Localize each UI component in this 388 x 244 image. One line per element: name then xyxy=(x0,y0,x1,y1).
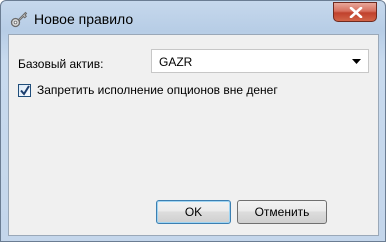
disallow-otm-checkbox[interactable] xyxy=(18,84,31,97)
key-icon xyxy=(10,10,28,28)
chevron-down-icon xyxy=(352,59,361,64)
dialog-content: Базовый актив: GAZR Запретить исполнение… xyxy=(8,34,379,236)
ok-button[interactable]: OK xyxy=(156,200,231,224)
disallow-otm-label[interactable]: Запретить исполнение опционов вне денег xyxy=(37,83,278,97)
close-icon xyxy=(349,7,363,18)
title-bar[interactable]: Новое правило xyxy=(1,1,385,35)
close-button[interactable] xyxy=(333,2,377,22)
window-title: Новое правило xyxy=(34,11,134,27)
dialog-window: Новое правило Базовый актив: GAZR Запрет… xyxy=(0,0,386,242)
asset-label: Базовый актив: xyxy=(18,57,104,71)
asset-select-value: GAZR xyxy=(159,55,193,69)
cancel-button[interactable]: Отменить xyxy=(237,200,327,224)
checkmark-icon xyxy=(20,85,30,96)
asset-select[interactable]: GAZR xyxy=(151,49,369,73)
